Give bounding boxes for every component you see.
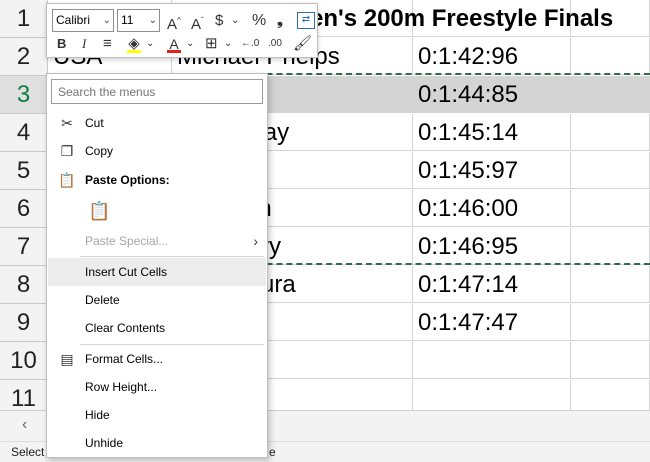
menu-item-label: Unhide <box>85 436 124 450</box>
mini-toolbar: Calibri ⌄ 11 ⌄ A^ Aˇ $ ⌄ % ❟ ⇄ B I ≡ ◈ ⌄… <box>46 3 318 58</box>
row-header[interactable]: 6 <box>0 190 48 228</box>
menu-item-label: Row Height... <box>85 380 158 394</box>
chevron-right-icon: › <box>253 233 258 249</box>
menu-separator <box>80 256 264 257</box>
menu-item-cut[interactable]: ✂ Cut <box>48 109 266 137</box>
menu-item-label: Cut <box>85 116 104 130</box>
menu-item-delete[interactable]: Delete <box>48 286 266 314</box>
menu-item-label: Copy <box>85 144 114 158</box>
menu-item-label: Clear Contents <box>85 321 166 335</box>
increase-decimal-icon[interactable]: ←.0 <box>241 35 259 53</box>
menu-item-insert-cut-cells[interactable]: Insert Cut Cells <box>48 258 266 286</box>
cell-col-c[interactable]: 0:1:45:97 <box>413 152 571 189</box>
context-menu: ✂ Cut ❐ Copy 📋 Paste Options: 📋 Paste Sp… <box>46 73 268 458</box>
cell-col-c[interactable]: 0:1:47:47 <box>413 304 571 341</box>
font-name-value: Calibri <box>56 13 91 27</box>
menu-item-paste-special[interactable]: Paste Special... › <box>48 227 266 255</box>
cell-col-c[interactable]: 0:1:42:96 <box>413 38 571 75</box>
row-header[interactable]: 7 <box>0 228 48 266</box>
format-cells-icon: ▤ <box>60 351 74 367</box>
menu-item-label: Hide <box>85 408 110 422</box>
font-color-icon[interactable]: A <box>167 35 181 53</box>
row-header[interactable]: 10 <box>0 342 48 380</box>
cell-col-d[interactable] <box>571 38 650 75</box>
menu-item-label: Insert Cut Cells <box>85 265 168 279</box>
cell-col-c[interactable] <box>413 380 571 410</box>
menu-header-paste-options: 📋 Paste Options: <box>48 166 266 194</box>
cell-col-c[interactable] <box>413 342 571 379</box>
status-text-right: e <box>269 445 276 459</box>
borders-icon[interactable]: ⊞ <box>205 35 218 53</box>
clipboard-icon: 📋 <box>58 172 76 188</box>
cell-col-c[interactable]: 0:1:46:95 <box>413 228 571 265</box>
cell-col-d[interactable] <box>571 304 650 341</box>
menu-item-label: Delete <box>85 293 120 307</box>
row-header[interactable]: 9 <box>0 304 48 342</box>
paste-button[interactable]: 📋 <box>48 194 266 228</box>
cell-col-c[interactable]: 0:1:44:85 <box>413 76 571 113</box>
cell-col-d[interactable] <box>571 380 650 410</box>
paste-clipboard-icon: 📋 <box>88 201 111 221</box>
increase-font-size-icon[interactable]: A^ <box>167 12 181 34</box>
cell-col-c[interactable]: 0:1:46:00 <box>413 190 571 227</box>
row-header[interactable]: 2 <box>0 38 48 76</box>
italic-button[interactable]: I <box>82 35 86 53</box>
menu-item-label: Paste Options: <box>85 173 170 187</box>
menu-item-copy[interactable]: ❐ Copy <box>48 137 266 165</box>
copy-icon: ❐ <box>60 143 74 159</box>
currency-format-button[interactable]: $ <box>215 12 223 30</box>
menu-item-format-cells[interactable]: ▤ Format Cells... <box>48 345 266 373</box>
row-header[interactable]: 4 <box>0 114 48 152</box>
chevron-down-icon[interactable]: ⌄ <box>224 35 232 53</box>
cell-col-c[interactable]: 0:1:45:14 <box>413 114 571 151</box>
font-size-box[interactable]: 11 ⌄ <box>117 9 160 32</box>
cell-col-d[interactable] <box>571 342 650 379</box>
align-center-icon[interactable]: ≡ <box>103 35 112 53</box>
sheet-title[interactable]: Men's 200m Freestyle Finals <box>290 0 613 37</box>
row-header[interactable]: 5 <box>0 152 48 190</box>
menu-item-unhide[interactable]: Unhide <box>48 429 266 457</box>
chevron-down-icon[interactable]: ⌄ <box>231 12 239 30</box>
bold-button[interactable]: B <box>57 35 66 53</box>
status-text: Select <box>11 445 45 459</box>
chevron-down-icon: ⌄ <box>102 15 111 26</box>
decrease-decimal-icon[interactable]: .00 <box>268 35 282 53</box>
format-table-icon[interactable]: ⇄ <box>297 12 315 29</box>
percent-format-button[interactable]: % <box>252 12 266 30</box>
chevron-down-icon[interactable]: ⌄ <box>186 35 194 53</box>
chevron-down-icon[interactable]: ⌄ <box>146 35 154 53</box>
cell-col-d[interactable] <box>571 228 650 265</box>
comma-style-button[interactable]: ❟ <box>277 12 283 30</box>
cell-col-d[interactable] <box>571 114 650 151</box>
cell-col-d[interactable] <box>571 190 650 227</box>
menu-search-input[interactable] <box>51 79 263 104</box>
row-header[interactable]: 11 <box>0 380 48 410</box>
chevron-down-icon: ⌄ <box>148 15 157 26</box>
menu-item-label: Format Cells... <box>85 352 164 366</box>
row-header[interactable]: 1 <box>0 0 48 38</box>
font-size-value: 11 <box>121 13 134 27</box>
cell-col-d[interactable] <box>571 266 650 303</box>
menu-item-row-height[interactable]: Row Height... <box>48 373 266 401</box>
menu-item-label: Paste Special... <box>85 234 169 248</box>
font-name-box[interactable]: Calibri ⌄ <box>52 9 114 32</box>
tab-scroll-left-icon[interactable]: ‹ <box>22 416 27 434</box>
format-painter-icon[interactable]: 🖌 <box>293 35 312 53</box>
cell-col-d[interactable] <box>571 76 650 113</box>
fill-color-icon[interactable]: ◈ <box>127 35 141 53</box>
cell-col-c[interactable]: 0:1:47:14 <box>413 266 571 303</box>
menu-item-clear-contents[interactable]: Clear Contents <box>48 314 266 342</box>
menu-item-hide[interactable]: Hide <box>48 401 266 429</box>
decrease-font-size-icon[interactable]: Aˇ <box>191 12 204 34</box>
cell-col-d[interactable] <box>571 152 650 189</box>
row-header[interactable]: 8 <box>0 266 48 304</box>
row-header[interactable]: 3 <box>0 76 48 114</box>
scissors-icon: ✂ <box>61 115 73 131</box>
